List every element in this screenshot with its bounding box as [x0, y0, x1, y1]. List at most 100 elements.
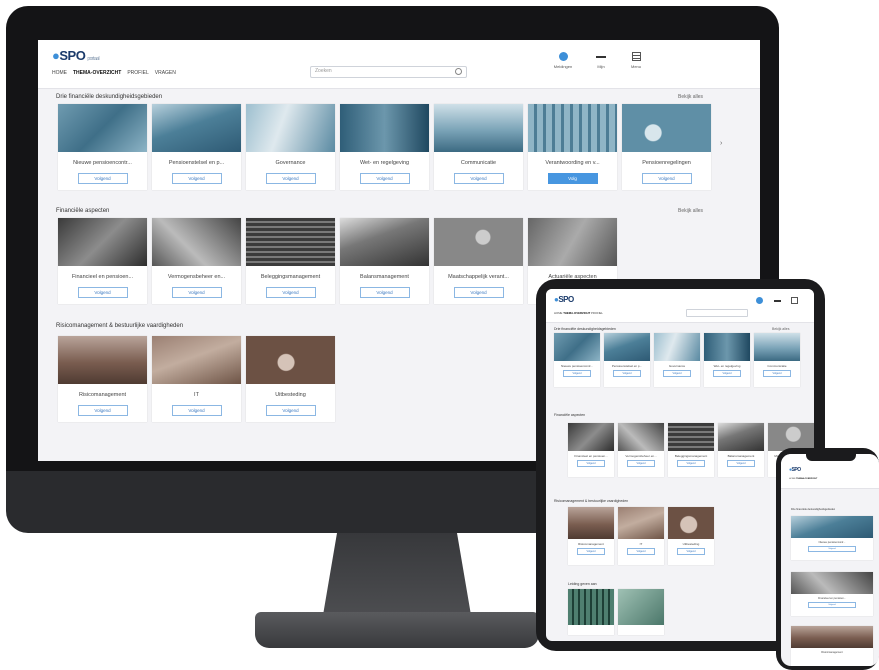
tablet-card[interactable]: Communicatie Volgend: [754, 333, 800, 387]
card-button[interactable]: Volgend: [171, 405, 222, 416]
card-button[interactable]: Volgend: [265, 405, 316, 416]
tablet-card[interactable]: Financieel en pensioen... Volgend: [568, 423, 614, 477]
card-button[interactable]: Volgend: [77, 287, 128, 298]
profile-button[interactable]: Mijn: [586, 52, 616, 69]
card-s2-2[interactable]: Vermogensbeheer en... Volgend: [152, 218, 241, 304]
phone-screen: ●SPO HOME THEMA-OVERZICHT Drie financiël…: [781, 454, 879, 666]
card-button[interactable]: Volgend: [641, 173, 692, 184]
card-image: [246, 104, 335, 152]
card-image: [434, 104, 523, 152]
tablet-card[interactable]: Uitbesteding Volgend: [668, 507, 714, 565]
nav-home[interactable]: HOME: [52, 70, 67, 76]
menu-icon: [631, 52, 641, 61]
section-title-2: Financiële aspecten: [56, 208, 110, 214]
tablet-menu-icon[interactable]: [791, 297, 798, 304]
monitor-stand-neck: [322, 533, 472, 621]
card-s1-7[interactable]: Pensioenregelingen Volgend: [622, 104, 711, 190]
card-image: [152, 218, 241, 266]
tablet-card[interactable]: [618, 589, 664, 635]
tablet-card[interactable]: Risicomanagement Volgend: [568, 507, 614, 565]
card-s3-2[interactable]: IT Volgend: [152, 336, 241, 422]
tablet-logo[interactable]: ●SPO: [554, 295, 574, 304]
card-button[interactable]: Volgend: [359, 287, 410, 298]
tablet-section-title-1: Drie financiële deskundigheidsgebieden: [554, 327, 616, 331]
card-image: [58, 218, 147, 266]
tablet-card[interactable]: IT Volgend: [618, 507, 664, 565]
view-all-link-2[interactable]: Bekijk alles: [678, 208, 703, 214]
card-s3-3[interactable]: Uitbesteding Volgend: [246, 336, 335, 422]
card-button[interactable]: Volgend: [171, 173, 222, 184]
card-image: [528, 104, 617, 152]
tablet-bell-icon[interactable]: [756, 297, 763, 304]
phone-notch: [806, 454, 856, 461]
tablet-search-input[interactable]: [686, 309, 748, 317]
tablet-card[interactable]: [568, 589, 614, 635]
tablet-card[interactable]: Pensioenstelsel en p... Volgend: [604, 333, 650, 387]
phone-section-title-1: Drie financiële deskundigheidsgebieden: [791, 508, 836, 511]
tablet-section-title-4: Leiding geven aan: [568, 582, 597, 586]
tablet-screen: ●SPO HOME THEMA-OVERZICHT PROFIEL Drie f…: [546, 289, 814, 641]
card-image: [622, 104, 711, 152]
nav-vragen[interactable]: VRAGEN: [155, 70, 176, 76]
tablet-view-all-1[interactable]: Bekijk alles: [772, 327, 790, 331]
tablet-card[interactable]: Vermogensbeheer en... Volgend: [618, 423, 664, 477]
tablet-section-title-3: Risicomanagement & bestuurlijke vaardigh…: [554, 499, 629, 503]
search-icon[interactable]: [455, 68, 462, 75]
card-s1-6[interactable]: Verantwoording en v... Volg: [528, 104, 617, 190]
tablet-card[interactable]: Wet- en regelgeving Volgend: [704, 333, 750, 387]
card-image: [246, 336, 335, 384]
user-icon: [596, 56, 606, 58]
phone-card[interactable]: Financieel en pensioen... Volgend: [791, 572, 873, 616]
tablet-card[interactable]: Nieuwe pensioencontr... Volgend: [554, 333, 600, 387]
card-image: [528, 218, 617, 266]
menu-button[interactable]: Menu: [621, 52, 651, 69]
chevron-right-icon[interactable]: ›: [720, 140, 722, 147]
card-s2-3[interactable]: Beleggingsmanagement Volgend: [246, 218, 335, 304]
card-s1-1[interactable]: Nieuwe pensioencontr... Volgend: [58, 104, 147, 190]
card-button[interactable]: Volgend: [171, 287, 222, 298]
card-s1-2[interactable]: Pensioenstelsel en p... Volgend: [152, 104, 241, 190]
card-image: [434, 218, 523, 266]
search-input[interactable]: Zoeken: [310, 66, 467, 78]
view-all-link-1[interactable]: Bekijk alles: [678, 94, 703, 100]
tablet-card[interactable]: Governance Volgend: [654, 333, 700, 387]
spo-logo[interactable]: ●SPO portaal: [52, 48, 100, 63]
phone-logo[interactable]: ●SPO: [789, 467, 801, 473]
card-image: [152, 104, 241, 152]
card-s1-5[interactable]: Communicatie Volgend: [434, 104, 523, 190]
card-button[interactable]: Volgend: [453, 287, 504, 298]
card-s1-4[interactable]: Wet- en regelgeving Volgend: [340, 104, 429, 190]
search-placeholder: Zoeken: [315, 68, 332, 74]
notifications-button[interactable]: Meldingen: [548, 52, 578, 69]
nav-profiel[interactable]: PROFIEL: [127, 70, 148, 76]
top-bar: ●SPO portaal HOME THEMA-OVERZICHT PROFIEL…: [38, 40, 760, 89]
phone-card[interactable]: Nieuwe pensioencontr... Volgend: [791, 516, 873, 560]
card-s2-4[interactable]: Balansmanagement Volgend: [340, 218, 429, 304]
card-s1-3[interactable]: Governance Volgend: [246, 104, 335, 190]
section-title-3: Risicomanagement & bestuurlijke vaardigh…: [56, 323, 184, 329]
phone-card[interactable]: Risicomanagement: [791, 626, 873, 666]
card-button[interactable]: Volgend: [265, 173, 316, 184]
tablet-user-icon[interactable]: [774, 300, 781, 302]
card-button[interactable]: Volgend: [359, 173, 410, 184]
tablet-nav: HOME THEMA-OVERZICHT PROFIEL: [554, 311, 603, 315]
card-image: [340, 218, 429, 266]
card-button[interactable]: Volgend: [265, 287, 316, 298]
section-title-1: Drie financiële deskundigheidsgebieden: [56, 94, 163, 100]
main-nav: HOME THEMA-OVERZICHT PROFIEL VRAGEN: [52, 70, 176, 76]
card-button[interactable]: Volgend: [453, 173, 504, 184]
card-image: [246, 218, 335, 266]
bell-icon: [558, 52, 568, 61]
nav-thema-overzicht[interactable]: THEMA-OVERZICHT: [73, 70, 121, 76]
card-image: [152, 336, 241, 384]
monitor-stand-base: [255, 612, 539, 648]
tablet-card[interactable]: Beleggingsmanagement Volgend: [668, 423, 714, 477]
card-button-active[interactable]: Volg: [547, 173, 598, 184]
card-button[interactable]: Volgend: [77, 405, 128, 416]
card-s3-1[interactable]: Risicomanagement Volgend: [58, 336, 147, 422]
card-image: [340, 104, 429, 152]
card-button[interactable]: Volgend: [77, 173, 128, 184]
tablet-card[interactable]: Balansmanagement Volgend: [718, 423, 764, 477]
card-s2-1[interactable]: Financieel en pensioen... Volgend: [58, 218, 147, 304]
card-s2-5[interactable]: Maatschappelijk verant... Volgend: [434, 218, 523, 304]
